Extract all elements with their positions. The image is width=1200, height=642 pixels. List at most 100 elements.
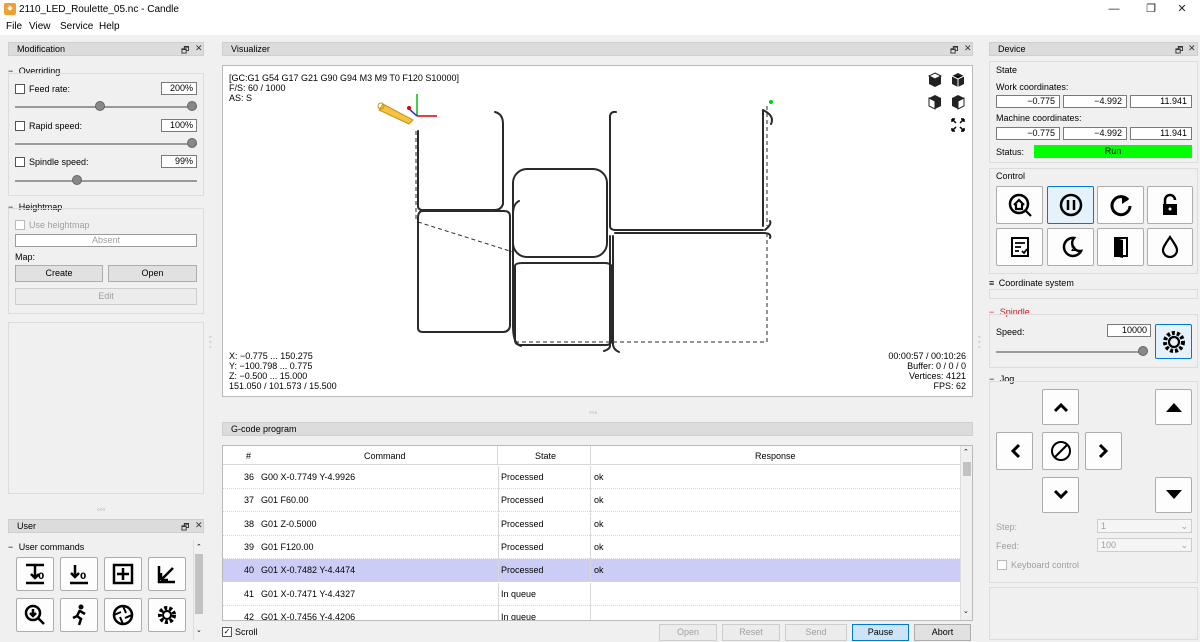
spindle-speed-spinbox[interactable]: 10000 (1107, 324, 1151, 337)
open-heightmap-button[interactable]: Open (108, 265, 197, 282)
pause-button[interactable]: Pause (852, 624, 909, 641)
reset-control-button[interactable] (1097, 186, 1144, 224)
float-icon[interactable]: 🗗 (950, 43, 958, 59)
user-command-zoom-button[interactable] (16, 598, 54, 632)
scroll-checkbox[interactable]: ✓ (222, 627, 232, 637)
right-splitter-handle-icon[interactable]: ◦ ◦ ◦ (978, 334, 980, 351)
scroll-up-icon[interactable]: ⌃ (963, 448, 969, 456)
edit-heightmap-button[interactable]: Edit (15, 288, 197, 305)
coordinate-system-title[interactable]: ≡ Coordinate system (989, 278, 1074, 288)
svg-text:0: 0 (80, 572, 86, 582)
table-row[interactable]: 42 G01 X-0.7456 Y-4.4206 In queue (223, 605, 960, 620)
stop-circle-icon (1050, 441, 1071, 461)
home-button[interactable] (996, 186, 1043, 224)
table-row[interactable]: 37 G01 F60.00 Processed ok (223, 489, 960, 513)
user-command-run-button[interactable] (60, 598, 98, 632)
jog-z-minus-button[interactable] (1155, 477, 1192, 513)
rapid-speed-slider-track[interactable] (15, 143, 197, 145)
user-command-center-button[interactable] (104, 557, 142, 591)
table-row[interactable]: 38 G01 Z-0.5000 Processed ok (223, 512, 960, 536)
user-command-aperture-button[interactable] (104, 598, 142, 632)
flood-button[interactable] (1147, 228, 1193, 266)
feed-rate-slider-handle[interactable] (187, 101, 197, 111)
step-select[interactable]: 1 ⌄ (1097, 519, 1192, 533)
user-command-settings-button[interactable] (148, 598, 186, 632)
gcode-scrollbar[interactable]: ⌃ ⌄ (960, 446, 972, 620)
close-icon[interactable]: ✕ (195, 43, 203, 54)
float-icon[interactable]: 🗗 (181, 43, 189, 59)
create-heightmap-button[interactable]: Create (15, 265, 103, 282)
heightmap-name-field[interactable]: Absent (15, 234, 197, 247)
close-icon[interactable]: ✕ (964, 43, 972, 54)
row-command: G01 Z-0.5000 (261, 518, 317, 529)
col-header-state[interactable]: State (535, 451, 556, 461)
col-header-num[interactable]: # (246, 451, 251, 461)
menu-service[interactable]: Service (60, 21, 93, 32)
table-row[interactable]: 39 G01 F120.00 Processed ok (223, 535, 960, 559)
send-button[interactable]: Send (785, 624, 847, 641)
jog-stop-button[interactable] (1042, 432, 1079, 470)
visualizer-canvas[interactable]: [GC:G1 G54 G17 G21 G90 G94 M3 M9 T0 F120… (222, 65, 973, 397)
close-button[interactable]: ✕ (1160, 0, 1200, 19)
user-command-corner-button[interactable] (148, 557, 186, 591)
use-heightmap-checkbox[interactable] (15, 220, 25, 230)
rapid-speed-spinbox[interactable]: 100% (161, 119, 197, 132)
row-state: In queue (501, 588, 537, 599)
feed-rate-slider-track[interactable] (15, 106, 197, 108)
jog-x-minus-button[interactable] (996, 432, 1033, 470)
svg-text:z: z (1071, 244, 1076, 253)
menu-help[interactable]: Help (99, 21, 120, 32)
table-row[interactable]: 36 G00 X-0.7749 Y-4.9926 Processed ok (223, 466, 960, 489)
splitter-handle-icon[interactable]: ◦◦◦ (97, 505, 106, 514)
check-mode-button[interactable] (996, 228, 1043, 266)
collapse-icon[interactable]: − (8, 542, 13, 552)
abort-button[interactable]: Abort (914, 624, 971, 641)
scroll-up-icon[interactable]: ⌃ (196, 543, 202, 551)
spindle-speed-checkbox[interactable] (15, 157, 25, 167)
gcode-table[interactable]: # Command State Response 36 G00 X-0.7749 … (222, 445, 973, 621)
spindle-toggle-button[interactable] (1155, 324, 1192, 359)
menu-view[interactable]: View (29, 21, 51, 32)
spindle-speed-slider-track[interactable] (996, 351, 1146, 353)
float-icon[interactable]: 🗗 (1175, 43, 1183, 59)
float-icon[interactable]: 🗗 (181, 520, 189, 536)
scrollbar-thumb[interactable] (195, 554, 203, 614)
keyboard-control-checkbox[interactable] (997, 560, 1007, 570)
jog-y-plus-button[interactable] (1042, 389, 1079, 425)
user-commands-scrollbar[interactable]: ⌃ ⌄ (193, 540, 204, 640)
row-command: G00 X-0.7749 Y-4.9926 (261, 472, 356, 482)
open-button[interactable]: Open (659, 624, 717, 641)
feed-select[interactable]: 100 ⌄ (1097, 538, 1192, 552)
feed-rate-spinbox[interactable]: 200% (161, 82, 197, 95)
center-splitter-handle-icon[interactable]: ◦◦◦ (589, 408, 598, 417)
close-icon[interactable]: ✕ (195, 520, 203, 531)
user-command-z-probe-button[interactable]: 0 (16, 557, 54, 591)
left-splitter-handle-icon[interactable]: ◦ ◦ ◦ (209, 334, 211, 351)
rapid-speed-checkbox[interactable] (15, 121, 25, 131)
spindle-speed-slider-handle[interactable] (72, 175, 82, 185)
spindle-speed-slider-handle[interactable] (1138, 346, 1148, 356)
jog-z-plus-button[interactable] (1155, 389, 1192, 425)
scrollbar-thumb[interactable] (963, 462, 971, 476)
scroll-down-icon[interactable]: ⌄ (963, 607, 969, 615)
spindle-speed-slider-track[interactable] (15, 180, 197, 182)
user-command-z-probe-alt-button[interactable]: 0 (60, 557, 98, 591)
table-row[interactable]: 40 G01 X-0.7482 Y-4.4474 Processed ok (223, 559, 960, 583)
menu-file[interactable]: File (6, 21, 22, 32)
jog-y-minus-button[interactable] (1042, 477, 1079, 513)
scroll-down-icon[interactable]: ⌄ (196, 626, 202, 634)
toolpath-drawing (377, 94, 773, 353)
spindle-speed-spinbox[interactable]: 99% (161, 155, 197, 168)
feed-rate-checkbox[interactable] (15, 84, 25, 94)
door-button[interactable] (1097, 228, 1144, 266)
close-icon[interactable]: ✕ (1188, 43, 1196, 54)
reset-button[interactable]: Reset (722, 624, 780, 641)
col-header-command[interactable]: Command (364, 451, 406, 461)
sleep-button[interactable]: z (1047, 228, 1094, 266)
pause-control-button[interactable] (1047, 186, 1094, 224)
rapid-speed-slider-handle[interactable] (187, 138, 197, 148)
jog-x-plus-button[interactable] (1085, 432, 1122, 470)
unlock-button[interactable] (1147, 186, 1193, 224)
col-header-response[interactable]: Response (755, 451, 796, 461)
table-row[interactable]: 41 G01 X-0.7471 Y-4.4327 In queue (223, 582, 960, 606)
